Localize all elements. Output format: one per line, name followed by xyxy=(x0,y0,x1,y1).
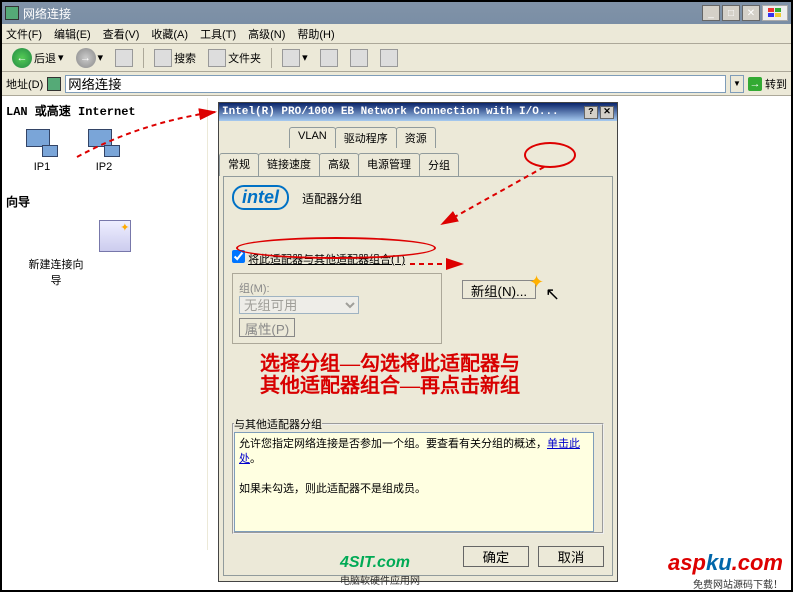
address-dropdown[interactable]: ▼ xyxy=(730,75,744,93)
properties-dialog: Intel(R) PRO/1000 EB Network Connection … xyxy=(218,102,618,582)
tab-resource[interactable]: 资源 xyxy=(396,127,436,148)
tab-advanced[interactable]: 高级 xyxy=(319,153,359,176)
menu-help[interactable]: 帮助(H) xyxy=(297,26,334,42)
menu-adv[interactable]: 高级(N) xyxy=(248,26,285,42)
footer: 4SIT.com电脑软硬件应用网 aspku.com 免费网站源码下载！ xyxy=(2,552,791,588)
annotation-hint: 选择分组—勾选将此适配器与其他适配器组合—再点击新组 xyxy=(260,353,520,397)
tool-icon-2[interactable] xyxy=(346,47,372,69)
connection-ip1[interactable]: IP1 xyxy=(26,129,58,173)
search-button[interactable]: 搜索 xyxy=(150,47,200,69)
menu-fav[interactable]: 收藏(A) xyxy=(151,26,188,42)
go-button[interactable]: →转到 xyxy=(748,76,787,92)
maximize-button[interactable]: □ xyxy=(722,5,740,21)
network-icon xyxy=(5,6,19,20)
dialog-close-button[interactable]: ✕ xyxy=(600,106,614,119)
menu-tools[interactable]: 工具(T) xyxy=(200,26,236,42)
combine-adapter-checkbox[interactable] xyxy=(232,250,245,263)
window-title: 网络连接 xyxy=(23,5,702,22)
group-combo[interactable]: 无组可用 xyxy=(239,296,359,314)
left-pane: LAN 或高速 Internet IP1 IP2 向导 新建连接向导 xyxy=(2,98,208,550)
tab-power[interactable]: 电源管理 xyxy=(358,153,420,176)
dialog-titlebar: Intel(R) PRO/1000 EB Network Connection … xyxy=(219,103,617,121)
tab-driver[interactable]: 驱动程序 xyxy=(335,127,397,148)
address-input[interactable] xyxy=(65,75,726,93)
properties-button[interactable]: 属性(P) xyxy=(239,318,295,337)
forward-button[interactable]: → ▾ xyxy=(72,46,108,70)
cursor-icon: ↖ xyxy=(545,284,560,305)
combine-adapter-label: 将此适配器与其他适配器组合(T) xyxy=(248,254,405,266)
connection-ip2[interactable]: IP2 xyxy=(88,129,120,173)
nic-icon xyxy=(26,129,58,157)
address-label: 地址(D) xyxy=(6,76,43,92)
tab-vlan[interactable]: VLAN xyxy=(289,127,336,148)
brand-4sit: 4SIT.com电脑软硬件应用网 xyxy=(340,554,420,587)
info-box: 允许您指定网络连接是否参加一个组。要查看有关分组的概述，单击此处。 如果未勾选，… xyxy=(234,432,594,532)
address-icon xyxy=(47,77,61,91)
dialog-help-button[interactable]: ? xyxy=(584,106,598,119)
menu-view[interactable]: 查看(V) xyxy=(103,26,140,42)
new-connection-wizard[interactable]: 新建连接向导 xyxy=(26,220,203,288)
window-titlebar: 网络连接 _ □ ✕ xyxy=(2,2,791,24)
toolbar: ←后退 ▾ → ▾ 搜索 文件夹 ▾ xyxy=(2,44,791,72)
address-bar: 地址(D) ▼ →转到 xyxy=(2,72,791,96)
dialog-title: Intel(R) PRO/1000 EB Network Connection … xyxy=(222,106,582,118)
nic-icon xyxy=(88,129,120,157)
close-button[interactable]: ✕ xyxy=(742,5,760,21)
tool-icon-3[interactable] xyxy=(376,47,402,69)
guide-header: 向导 xyxy=(6,193,203,210)
tab-linkspeed[interactable]: 链接速度 xyxy=(258,153,320,176)
up-button[interactable] xyxy=(111,47,137,69)
back-button[interactable]: ←后退 ▾ xyxy=(8,46,68,70)
other-group-fieldset: 与其他适配器分组 允许您指定网络连接是否参加一个组。要查看有关分组的概述，单击此… xyxy=(232,416,604,534)
menubar: 文件(F) 编辑(E) 查看(V) 收藏(A) 工具(T) 高级(N) 帮助(H… xyxy=(2,24,791,44)
wizard-icon xyxy=(99,220,131,252)
menu-file[interactable]: 文件(F) xyxy=(6,26,42,42)
section-title: 适配器分组 xyxy=(302,190,362,207)
menu-edit[interactable]: 编辑(E) xyxy=(54,26,91,42)
xp-flag-icon xyxy=(762,5,788,21)
new-group-button[interactable]: 新组(N)... xyxy=(462,280,536,299)
intel-logo: intel xyxy=(232,185,289,210)
tab-panel-group: intel 适配器分组 将此适配器与其他适配器组合(T) 组(M): 无组可用 … xyxy=(223,176,613,576)
tab-group[interactable]: 分组 xyxy=(419,153,459,176)
minimize-button[interactable]: _ xyxy=(702,5,720,21)
lan-header: LAN 或高速 Internet xyxy=(6,102,203,119)
views-button[interactable]: ▾ xyxy=(278,47,312,69)
group-label: 组(M): xyxy=(239,283,270,295)
brand-aspku: aspku.com 免费网站源码下载！ xyxy=(668,550,783,591)
tool-icon-1[interactable] xyxy=(316,47,342,69)
tab-general[interactable]: 常规 xyxy=(219,153,259,176)
folders-button[interactable]: 文件夹 xyxy=(204,47,265,69)
